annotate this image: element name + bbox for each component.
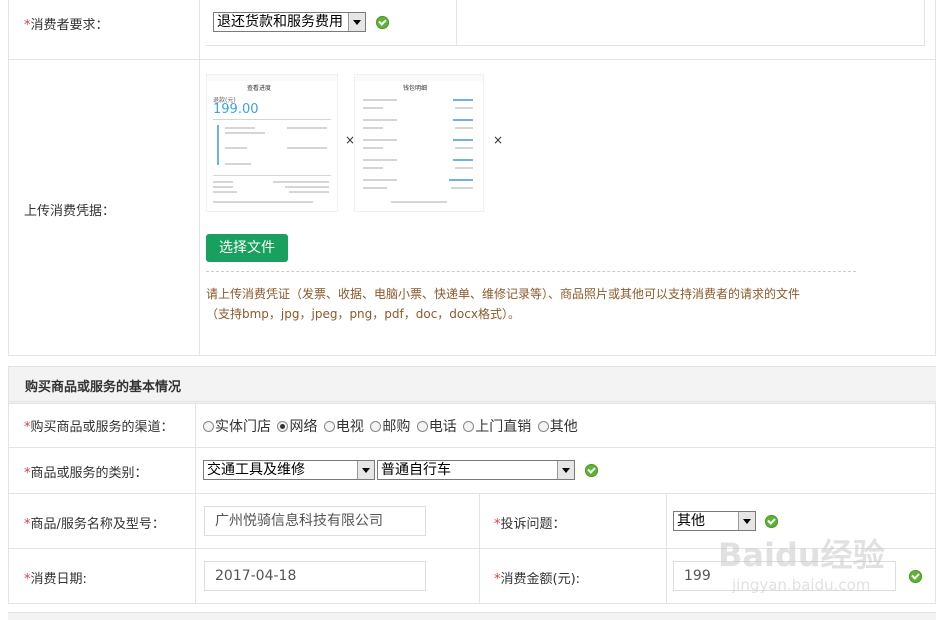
thumb-title: 钱包明细 xyxy=(403,85,428,92)
radio-selected-icon xyxy=(277,421,289,432)
complaint-label: *投诉问题： xyxy=(494,517,566,532)
thumb-line xyxy=(225,132,265,134)
radio-icon xyxy=(416,421,428,432)
radio-icon xyxy=(463,421,475,432)
thumb-line xyxy=(455,107,473,109)
amount-label: *消费金额(元): xyxy=(494,572,581,587)
thumbnail-1[interactable]: 查看进度 退款(元) 199.00 xyxy=(206,74,338,212)
thumb-line xyxy=(449,179,473,181)
chevron-down-icon xyxy=(557,461,574,479)
thumb-line xyxy=(363,159,397,161)
consumer-request-label: *消费者要求： xyxy=(24,18,109,33)
chevron-down-icon xyxy=(357,461,374,479)
thumb-line xyxy=(213,201,313,203)
radio-icon xyxy=(203,421,214,432)
thumb-line xyxy=(453,99,473,101)
thumb-progress-line xyxy=(217,125,219,165)
thumb-line xyxy=(225,127,255,129)
check-icon xyxy=(765,515,778,528)
section-title: 购买商品或服务的基本情况 xyxy=(25,380,182,395)
remove-thumbnail-2-icon[interactable]: × xyxy=(493,133,503,147)
category-label: *商品或服务的类别： xyxy=(24,466,148,481)
thumb-line xyxy=(363,99,397,101)
thumb-line xyxy=(391,201,447,203)
watermark-logo: Baidu经验 xyxy=(718,536,885,574)
category-primary-select[interactable]: 交通工具及维修 xyxy=(203,460,375,480)
consumer-request-select[interactable]: 退还货款和服务费用 xyxy=(213,12,366,32)
thumb-title: 查看进度 xyxy=(247,85,272,92)
thumb-line xyxy=(225,147,247,149)
radio-door-to-door[interactable]: 上门直销 xyxy=(463,419,531,435)
bottom-strip xyxy=(8,612,936,620)
product-label: *商品/服务名称及型号： xyxy=(24,517,165,532)
thumb-line xyxy=(225,163,251,165)
section-header: 购买商品或服务的基本情况 xyxy=(8,366,936,404)
channel-label: *购买商品或服务的渠道： xyxy=(24,420,174,435)
check-icon xyxy=(585,464,598,477)
thumb-line xyxy=(453,119,473,121)
radio-online[interactable]: 网络 xyxy=(277,419,317,435)
thumb-line xyxy=(213,175,331,176)
thumb-line xyxy=(453,139,473,141)
date-input[interactable]: 2017-04-18 xyxy=(204,561,426,591)
thumb-line xyxy=(213,191,237,193)
thumb-status-bar xyxy=(207,75,337,81)
radio-tv[interactable]: 电视 xyxy=(323,419,364,435)
product-name-input[interactable]: 广州悦骑信息科技有限公司 xyxy=(204,506,426,536)
check-icon xyxy=(376,16,389,29)
thumb-line xyxy=(363,127,383,129)
thumb-line xyxy=(455,147,473,149)
upload-divider xyxy=(206,271,856,272)
thumb-line xyxy=(285,186,329,188)
upload-note-line1: 请上传消费凭证（发票、收据、电脑小票、快递单、维修记录等）、商品照片或其他可以支… xyxy=(206,287,801,301)
upload-note-line2: （支持bmp，jpg，jpeg，png，pdf，doc，docx格式）。 xyxy=(206,307,520,321)
upload-label: 上传消费凭据： xyxy=(24,204,116,219)
complaint-select[interactable]: 其他 xyxy=(673,511,756,531)
thumb-line xyxy=(453,159,473,161)
thumb-line xyxy=(363,179,397,181)
thumb-line xyxy=(287,147,327,149)
thumb-line xyxy=(273,181,329,183)
radio-icon xyxy=(537,421,549,432)
thumb-line xyxy=(289,191,329,193)
channel-radio-group: 实体门店 网络 电视 邮购 电话 上门直销 其他 xyxy=(203,416,580,436)
choose-file-button[interactable]: 选择文件 xyxy=(206,234,288,262)
thumb-line xyxy=(287,127,327,129)
thumb-line xyxy=(213,181,233,183)
radio-icon xyxy=(323,421,335,432)
thumb-line xyxy=(363,107,383,109)
thumb-status-bar xyxy=(355,75,483,81)
thumbnail-2[interactable]: 钱包明细 xyxy=(354,74,484,212)
radio-other[interactable]: 其他 xyxy=(537,419,578,435)
watermark-url: jingyan.baidu.com xyxy=(732,576,871,594)
thumb-line xyxy=(451,187,473,189)
thumb-line xyxy=(363,167,383,169)
thumb-line xyxy=(363,187,387,189)
category-secondary-select[interactable]: 普通自行车 xyxy=(377,460,575,480)
chevron-down-icon xyxy=(348,13,365,31)
thumb-line xyxy=(363,119,397,121)
thumb-line xyxy=(213,186,233,188)
radio-icon xyxy=(370,421,382,432)
radio-physical-store[interactable]: 实体门店 xyxy=(203,419,271,435)
date-label: *消费日期: xyxy=(24,572,87,587)
radio-phone[interactable]: 电话 xyxy=(416,419,457,435)
thumb-line xyxy=(455,127,473,129)
check-icon xyxy=(909,570,922,583)
row-consumer-request-inner-box2 xyxy=(457,0,925,46)
chevron-down-icon xyxy=(738,512,755,530)
thumb-line xyxy=(363,147,383,149)
thumb-line xyxy=(455,167,473,169)
thumb-amount: 199.00 xyxy=(213,102,259,117)
radio-mail-order[interactable]: 邮购 xyxy=(370,419,410,435)
thumb-line xyxy=(363,139,397,141)
thumb-line xyxy=(213,119,331,120)
